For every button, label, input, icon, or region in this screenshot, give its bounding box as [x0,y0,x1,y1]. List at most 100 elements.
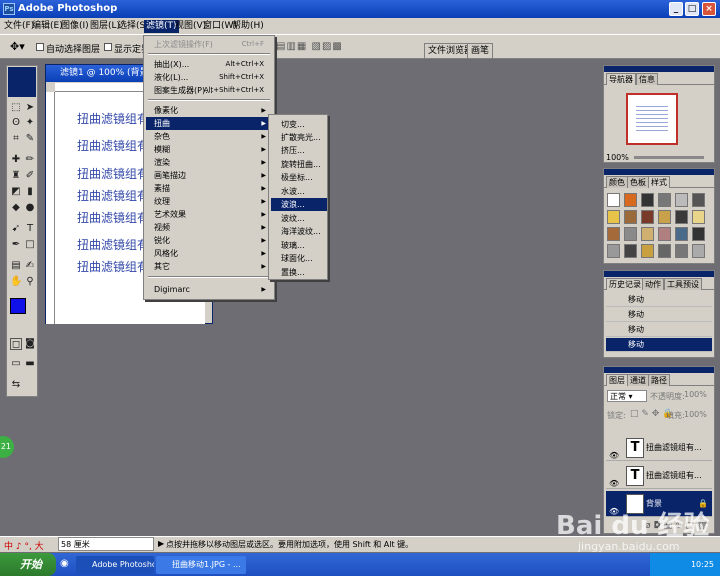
submenu-item-glass[interactable]: 玻璃... [271,239,327,252]
menu-item-blur[interactable]: 模糊 ▶ [146,143,272,156]
navigator-zoom-slider[interactable] [634,156,704,159]
menu-item-extract[interactable]: 抽出(X)... Alt+Ctrl+X [146,58,272,71]
move-tool-icon[interactable]: ✥▾ [10,40,25,53]
style-swatch[interactable] [624,227,637,241]
dodge-tool-icon[interactable]: ● [24,202,36,214]
auto-select-checkbox[interactable] [36,43,44,51]
crop-tool-icon[interactable]: ⌗ [10,133,22,145]
history-row[interactable]: 移动 [606,293,712,307]
show-bounds-checkbox[interactable] [104,43,112,51]
menu-item-video[interactable]: 视频 ▶ [146,221,272,234]
text-tool-icon[interactable]: T [24,223,36,235]
blend-mode-select[interactable]: 正常 ▾ [607,390,647,402]
menu-item-liquify[interactable]: 液化(L)... Shift+Ctrl+X [146,71,272,84]
navigator-thumbnail[interactable] [626,93,678,145]
brush-tool-icon[interactable]: ✏ [24,154,36,166]
tab-styles[interactable]: 样式 [648,176,670,188]
menu-image[interactable]: 图像(I) [59,20,91,33]
submenu-item-shear[interactable]: 切变... [271,118,327,131]
gradient-tool-icon[interactable]: ▮ [24,186,36,198]
imageready-jump-icon[interactable]: ⇆ [10,379,22,391]
layer-row[interactable]: 👁 T 扭曲滤镜组有... [606,435,712,461]
tab-history[interactable]: 历史记录 [606,278,644,290]
style-swatch[interactable] [624,210,637,224]
menu-item-last-filter[interactable]: 上次滤镜操作(F) Ctrl+F [146,38,272,51]
menu-help[interactable]: 帮助(H) [230,20,266,33]
submenu-item-zigzag[interactable]: 水波... [271,185,327,198]
eyedropper-icon[interactable]: ✍ [24,260,36,272]
history-brush-icon[interactable]: ✐ [24,170,36,182]
style-swatch[interactable] [624,193,637,207]
pen-tool-icon[interactable]: ✒ [10,239,22,251]
style-swatch[interactable] [675,193,688,207]
side-tab-badge[interactable]: 21 [0,436,14,458]
submenu-item-pinch[interactable]: 挤压... [271,144,327,157]
maximize-button[interactable]: □ [685,2,699,16]
style-swatch[interactable] [641,244,654,258]
zoom-tool-icon[interactable]: ⚲ [24,276,36,288]
style-swatch[interactable] [607,210,620,224]
style-swatch[interactable] [658,210,671,224]
tab-info[interactable]: 信息 [636,73,658,85]
menu-item-sketch[interactable]: 素描 ▶ [146,182,272,195]
style-swatch[interactable] [692,193,705,207]
history-row[interactable]: 移动 [606,323,712,337]
task-photoshop[interactable]: Adobe Photoshop [76,556,154,574]
style-swatch[interactable] [692,210,705,224]
blur-tool-icon[interactable]: ◆ [10,202,22,214]
notes-tool-icon[interactable]: ▤ [10,260,22,272]
ime-indicator-icon[interactable]: 中 ♪ °, 大 [4,539,44,552]
menu-item-digimarc[interactable]: Digimarc ▶ [146,283,272,296]
hand-tool-icon[interactable]: ✋ [10,276,22,288]
history-row-selected[interactable]: 移动 [606,338,712,352]
style-swatch[interactable] [607,244,620,258]
navigator-zoom[interactable]: 100% [606,153,629,162]
layer-row[interactable]: 👁 T 扭曲滤镜组有... [606,463,712,489]
lasso-tool-icon[interactable]: ʘ [10,117,22,129]
status-zoom[interactable]: 58 厘米 [58,537,154,551]
style-swatch[interactable] [675,210,688,224]
menu-item-artistic[interactable]: 艺术效果 ▶ [146,208,272,221]
menu-item-render[interactable]: 渲染 ▶ [146,156,272,169]
menu-item-other[interactable]: 其它 ▶ [146,260,272,273]
style-swatch[interactable] [641,227,654,241]
submenu-item-wave[interactable]: 波浪... [271,198,327,211]
marquee-tool-icon[interactable]: ⬚ [10,102,22,114]
tab-color[interactable]: 颜色 [606,176,628,188]
style-swatch[interactable] [675,227,688,241]
menu-item-distort[interactable]: 扭曲 ▶ [146,117,272,130]
tab-layers[interactable]: 图层 [606,374,628,386]
style-swatch[interactable] [658,227,671,241]
submenu-item-diffuse-glow[interactable]: 扩散亮光... [271,131,327,144]
magic-wand-icon[interactable]: ✦ [24,117,36,129]
style-swatch[interactable] [641,193,654,207]
tab-tool-presets[interactable]: 工具预设 [664,278,702,290]
style-swatch[interactable] [675,244,688,258]
stamp-tool-icon[interactable]: ♜ [10,170,22,182]
screen-mode-1-icon[interactable]: ▭ [10,358,22,370]
menu-item-sharpen[interactable]: 锐化 ▶ [146,234,272,247]
style-swatch[interactable] [624,244,637,258]
menu-item-texture[interactable]: 纹理 ▶ [146,195,272,208]
style-swatch[interactable] [641,210,654,224]
standard-mode-icon[interactable]: ◻ [10,338,22,350]
foreground-color-swatch[interactable] [10,298,26,314]
style-swatch[interactable] [607,193,620,207]
menu-item-stylize[interactable]: 风格化 ▶ [146,247,272,260]
shape-tool-icon[interactable]: □ [24,239,36,251]
tab-channels[interactable]: 通道 [627,374,649,386]
tab-navigator[interactable]: 导航器 [606,73,636,85]
submenu-item-ocean-ripple[interactable]: 海洋波纹... [271,225,327,238]
style-swatch[interactable] [692,227,705,241]
fill-value[interactable]: 100% [684,410,707,419]
tab-actions[interactable]: 动作 [642,278,664,290]
style-swatch[interactable] [692,244,705,258]
task-image[interactable]: 扭曲移动1.JPG - ... [156,556,246,574]
submenu-item-twirl[interactable]: 旋转扭曲... [271,158,327,171]
style-swatch[interactable] [607,227,620,241]
screen-mode-2-icon[interactable]: ▬ [24,358,36,370]
quicklaunch-icon[interactable]: ◉ [60,558,69,569]
slice-tool-icon[interactable]: ✎ [24,133,36,145]
tab-swatches[interactable]: 色板 [627,176,649,188]
align-buttons-icon[interactable]: ▤▥▦ ▧▨▩ [276,41,343,52]
